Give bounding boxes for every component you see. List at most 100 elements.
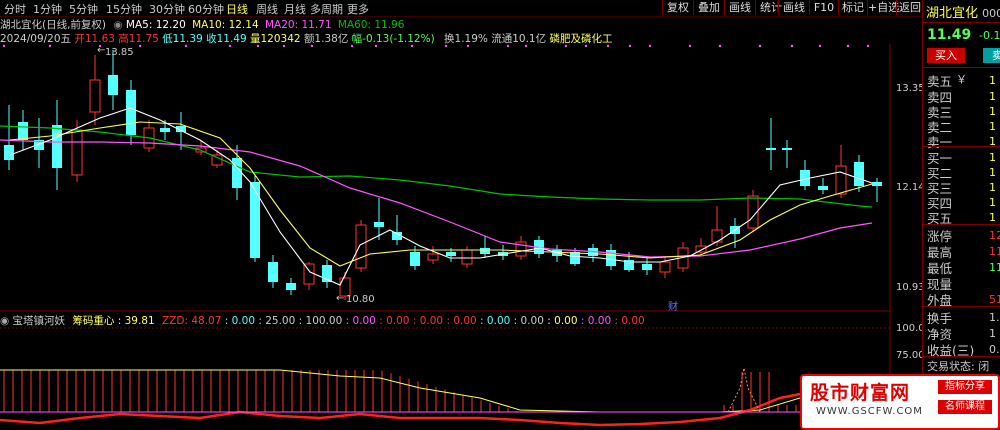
buy-val-mark: 1: [989, 181, 996, 194]
ma5-line: [9, 107, 873, 286]
candle-body: [835, 165, 847, 195]
signal-dot: [48, 44, 52, 48]
candle-body: [108, 75, 118, 95]
candle-body: [89, 79, 101, 113]
signal-dot: [606, 44, 610, 48]
price-tick-2: 12.14: [896, 182, 925, 193]
signal-dot: [524, 44, 528, 48]
signal-dot: [688, 44, 692, 48]
sub1-value: 39.81: [124, 315, 155, 327]
sub-line: [0, 390, 880, 427]
buy-val-mark: 1: [989, 196, 996, 209]
signal-dot: [758, 44, 762, 48]
candle-body: [570, 252, 580, 264]
signal-dot: [2, 44, 6, 48]
candle-body: [642, 264, 652, 270]
sell-val-mark: 1: [989, 105, 996, 118]
candle-body: [303, 263, 315, 285]
candle-body: [355, 224, 367, 269]
buy-val-mark: 1: [989, 166, 996, 179]
candle-body: [480, 248, 490, 254]
sell-button[interactable]: 卖出: [983, 48, 1000, 63]
quote-panel: 湖北宜化 000 11.49 -0.13 买入 卖出 卖五 ￥ 卖四 卖三 卖二…: [922, 0, 1000, 428]
eps-val: 0.: [989, 343, 1000, 356]
sub-val-3: : 0.00: [345, 315, 376, 327]
candle-body: [4, 145, 14, 160]
ma10-line: [9, 121, 873, 267]
signal-dot: [628, 44, 632, 48]
sell-val-mark: 1: [989, 74, 996, 87]
panel-change: -0.13: [979, 29, 1000, 42]
signal-dot: [282, 44, 286, 48]
sub-tick-1: 100.0: [896, 323, 925, 334]
signal-dot: [718, 44, 722, 48]
signal-dot: [410, 44, 414, 48]
candle-body: [18, 122, 28, 140]
buy-val-mark: 1: [989, 151, 996, 164]
high-marker-text: 13.85: [105, 47, 134, 58]
sub-val-5: : 0.00: [412, 315, 444, 327]
candle-body: [766, 148, 776, 150]
turnover-val: 1.: [989, 311, 1000, 324]
candle-body: [854, 162, 864, 186]
sub-tick-2: 75.00: [896, 350, 925, 361]
candle-body: [872, 182, 882, 186]
watermark-tag2: 名师课程: [938, 400, 992, 414]
sub-val-9: : 0.00: [547, 315, 578, 327]
sub-collapse-icon[interactable]: ◉: [0, 315, 9, 327]
signal-dot: [374, 44, 378, 48]
signal-dot: [256, 44, 260, 48]
indicator-name[interactable]: 宝塔镇河妖: [13, 315, 66, 327]
sell-val-mark: 1: [989, 90, 996, 103]
signal-dot: [350, 44, 354, 48]
candle-body: [695, 245, 707, 253]
sub-val-7: : 0.00: [480, 315, 511, 327]
sub-val-8: : 0.00: [513, 315, 544, 327]
signal-dot: [184, 44, 188, 48]
signal-dot: [790, 44, 794, 48]
sub-indicator-chart: [0, 367, 881, 427]
buy-val-mark: 1: [989, 211, 996, 224]
watermark-logo: 股市财富网 指标分享 名师课程 WWW.GSCFW.COM: [800, 374, 1000, 430]
sub-val-1: : 25.00: [258, 315, 296, 327]
low-marker-text: 10.80: [346, 294, 375, 305]
signal-dot: [818, 44, 822, 48]
sub-val-6: : 0.00: [446, 315, 477, 327]
candle-body: [268, 262, 278, 282]
candle-body: [782, 148, 792, 150]
candle-body: [446, 252, 456, 256]
zzd-value: ZZD: 48.07: [162, 315, 222, 327]
candles: [4, 50, 882, 300]
candle-body: [374, 222, 384, 227]
signal-dot: [466, 44, 470, 48]
low-value-r: 11: [989, 261, 1000, 274]
signal-dot: [564, 44, 568, 48]
candle-body: [659, 261, 671, 273]
candle-body: [250, 182, 260, 258]
high-value-r: 11: [989, 245, 1000, 258]
kline-chart[interactable]: ← 13.85 ← 10.80 财: [0, 0, 922, 428]
candle-body: [427, 253, 439, 261]
sub-val-2: : 100.00: [298, 315, 343, 327]
finance-marker[interactable]: 财: [668, 300, 678, 313]
candle-body: [71, 129, 83, 176]
candle-body: [410, 252, 420, 266]
sell-val-mark: 1: [989, 120, 996, 133]
signal-dot: [846, 44, 850, 48]
watermark-tag1: 指标分享: [938, 380, 992, 394]
signal-dot: [648, 44, 652, 48]
sub-val-10: : 0.00: [580, 315, 612, 327]
sub-line: [0, 369, 881, 413]
sub-val-4: : 0.00: [379, 315, 410, 327]
panel-price: 11.49: [927, 27, 972, 43]
signal-dot: [310, 44, 314, 48]
candle-body: [286, 283, 296, 290]
candle-body: [160, 128, 170, 132]
net-assets-val: 1: [989, 327, 996, 340]
signal-dot: [506, 44, 510, 48]
candle-body: [818, 186, 828, 190]
buy-button[interactable]: 买入: [927, 48, 965, 63]
trade-status: 交易状态: 闭: [927, 360, 990, 373]
sub-val-0: : 0.00: [224, 315, 256, 327]
watermark-url: WWW.GSCFW.COM: [816, 406, 923, 417]
